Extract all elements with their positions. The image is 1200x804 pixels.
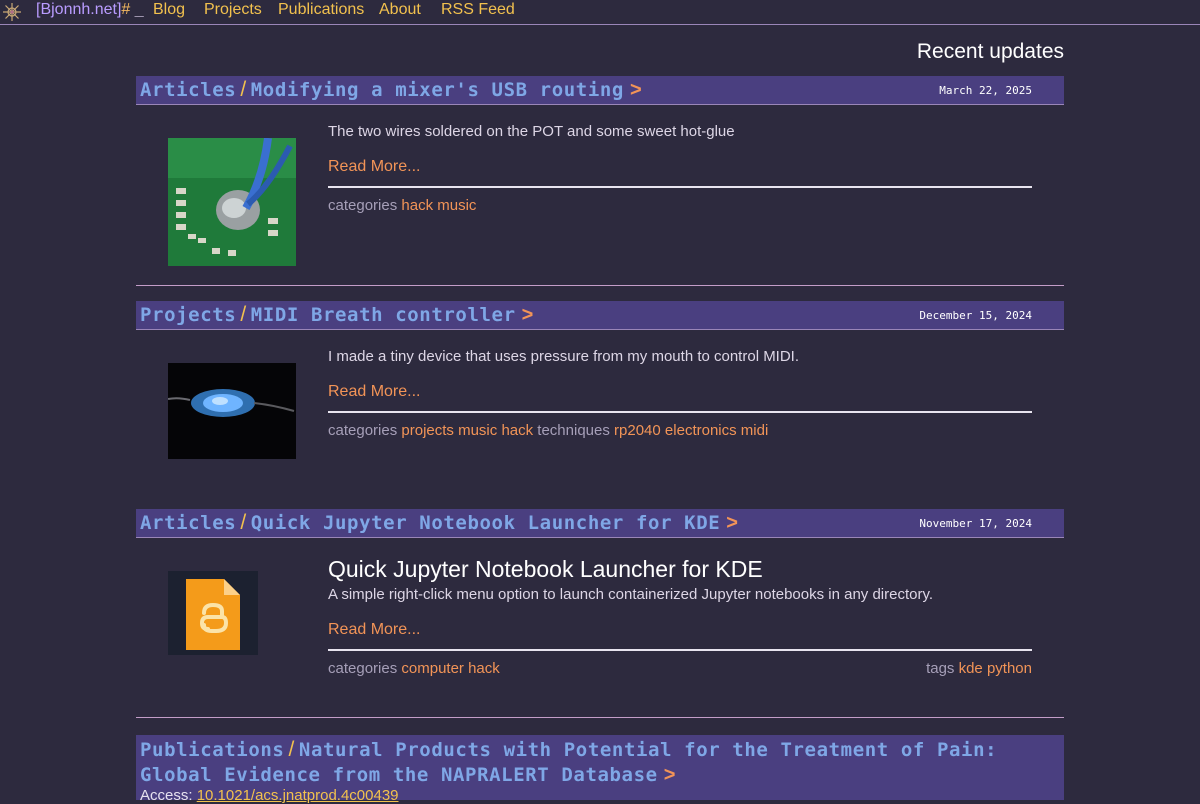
publication-title-line2[interactable]: Global Evidence from the NAPRALERT Datab…: [140, 764, 658, 786]
post-categories: categories hack music: [328, 197, 476, 214]
section-divider: [136, 285, 1064, 286]
nav-blog-link[interactable]: Blog: [153, 0, 185, 20]
category-link[interactable]: computer: [401, 660, 464, 677]
category-link[interactable]: music: [458, 422, 497, 439]
publication-access: Access: 10.1021/acs.jnatprod.4c00439: [140, 787, 399, 804]
post-excerpt: A simple right-click menu option to laun…: [328, 586, 934, 603]
divider: [328, 186, 1032, 188]
breadcrumb-separator: /: [240, 511, 247, 534]
brand-cursor: _: [134, 1, 144, 18]
post-title-link[interactable]: MIDI Breath controller: [251, 304, 516, 326]
nav-projects-link[interactable]: Projects: [204, 0, 262, 20]
post-categories: categories computer hack: [328, 660, 500, 677]
read-more-link[interactable]: Read More...: [328, 383, 420, 401]
post-header: Articles / Quick Jupyter Notebook Launcher…: [136, 509, 1064, 538]
techniques-label: techniques: [537, 422, 610, 439]
chevron-right-icon[interactable]: >: [630, 79, 642, 101]
read-more-link[interactable]: Read More...: [328, 621, 420, 639]
publication-title-line1[interactable]: Natural Products with Potential for the …: [299, 739, 997, 761]
brand-name: Bjonnh.net: [40, 1, 117, 18]
categories-label: categories: [328, 197, 398, 214]
post-title-link[interactable]: Quick Jupyter Notebook Launcher for KDE: [251, 512, 721, 534]
chevron-right-icon[interactable]: >: [664, 764, 676, 786]
post-thumbnail[interactable]: [168, 363, 296, 459]
access-label: Access:: [140, 787, 193, 804]
divider: [328, 649, 1032, 651]
chevron-right-icon[interactable]: >: [522, 304, 534, 326]
post-date: December 15, 2024: [919, 309, 1032, 322]
post-header: Projects / MIDI Breath controller > Decembe…: [136, 301, 1064, 330]
post-section-link[interactable]: Articles: [140, 79, 236, 101]
section-divider: [136, 717, 1064, 718]
post-excerpt: The two wires soldered on the POT and so…: [328, 123, 735, 140]
post-section-link[interactable]: Articles: [140, 512, 236, 534]
post-tags: tags kde python: [926, 660, 1032, 677]
post-thumbnail[interactable]: [168, 138, 296, 266]
chevron-right-icon[interactable]: >: [726, 512, 738, 534]
post-section-link[interactable]: Projects: [140, 304, 236, 326]
publication-header: Publications / Natural Products with Poten…: [136, 735, 1064, 804]
technique-link[interactable]: rp2040: [614, 422, 661, 439]
category-link[interactable]: projects: [401, 422, 454, 439]
top-navigation: [Bjonnh.net]# _ Blog Projects Publicatio…: [0, 0, 1200, 25]
python-file-icon[interactable]: [168, 571, 258, 655]
post-categories: categories projects music hack technique…: [328, 422, 768, 439]
site-logo-icon[interactable]: [2, 2, 22, 22]
publication-section-link[interactable]: Publications: [140, 739, 284, 761]
doi-link[interactable]: 10.1021/acs.jnatprod.4c00439: [197, 787, 399, 804]
breadcrumb-separator: /: [240, 303, 247, 326]
post-date: November 17, 2024: [919, 517, 1032, 530]
category-link[interactable]: music: [437, 197, 476, 214]
read-more-link[interactable]: Read More...: [328, 158, 420, 176]
post-date: March 22, 2025: [939, 84, 1032, 97]
post-excerpt: I made a tiny device that uses pressure …: [328, 348, 800, 365]
category-link[interactable]: hack: [401, 197, 433, 214]
post-title-link[interactable]: Modifying a mixer's USB routing: [251, 79, 624, 101]
category-link[interactable]: hack: [501, 422, 533, 439]
nav-rss-link[interactable]: RSS Feed: [441, 0, 515, 20]
categories-label: categories: [328, 660, 398, 677]
post-header: Articles / Modifying a mixer's USB routing…: [136, 76, 1064, 105]
breadcrumb-separator: /: [240, 78, 247, 101]
category-link[interactable]: hack: [468, 660, 500, 677]
tag-link[interactable]: python: [987, 660, 1032, 677]
nav-about-link[interactable]: About: [379, 0, 421, 20]
tags-label: tags: [926, 660, 955, 677]
nav-publications-link[interactable]: Publications: [278, 0, 364, 20]
divider: [328, 411, 1032, 413]
brand-hash: #: [121, 1, 131, 18]
technique-link[interactable]: midi: [741, 422, 769, 439]
site-brand-link[interactable]: [Bjonnh.net]# _: [36, 0, 144, 20]
tag-link[interactable]: kde: [959, 660, 983, 677]
technique-link[interactable]: electronics: [665, 422, 737, 439]
breadcrumb-separator: /: [288, 738, 295, 761]
post-title: Quick Jupyter Notebook Launcher for KDE: [328, 556, 763, 582]
page-heading: Recent updates: [916, 40, 1064, 63]
categories-label: categories: [328, 422, 398, 439]
